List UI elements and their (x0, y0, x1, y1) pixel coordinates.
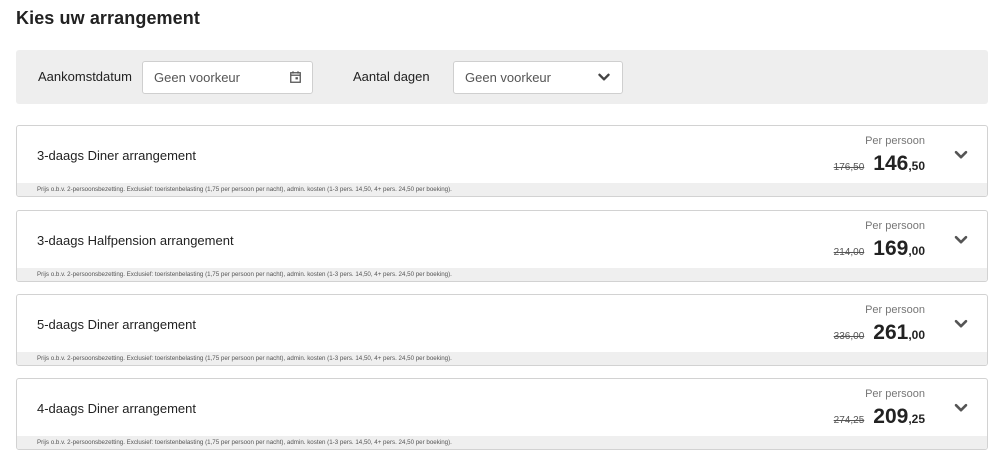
package-price-note: Prijs o.b.v. 2-persoonsbezetting. Exclus… (17, 268, 987, 281)
price: 214,00 169 ,00 (834, 237, 925, 261)
package-title: 3-daags Halfpension arrangement (37, 233, 234, 248)
chevron-down-icon[interactable] (954, 150, 968, 160)
package-price-note: Prijs o.b.v. 2-persoonsbezetting. Exclus… (17, 436, 987, 449)
chevron-down-icon (598, 73, 610, 81)
old-price: 274,25 (833, 415, 865, 426)
old-price: 336,00 (833, 331, 865, 342)
price: 176,50 146 ,50 (834, 152, 925, 176)
package-card[interactable]: 4-daags Diner arrangement Per persoon 27… (16, 378, 988, 450)
package-title: 3-daags Diner arrangement (37, 148, 196, 163)
price-per-person-label: Per persoon (865, 304, 925, 316)
new-price-decimals: ,50 (908, 159, 925, 173)
package-card[interactable]: 5-daags Diner arrangement Per persoon 33… (16, 294, 988, 366)
price-per-person-label: Per persoon (865, 220, 925, 232)
price: 274,25 209 ,25 (834, 405, 925, 429)
new-price-decimals: ,00 (908, 328, 925, 342)
page-title: Kies uw arrangement (16, 8, 200, 28)
number-of-days-value: Geen voorkeur (465, 70, 551, 85)
package-title: 4-daags Diner arrangement (37, 401, 196, 416)
package-price-note: Prijs o.b.v. 2-persoonsbezetting. Exclus… (17, 183, 987, 196)
new-price-integer: 261 (873, 321, 909, 344)
arrival-date-label: Aankomstdatum (38, 69, 132, 84)
chevron-down-icon[interactable] (954, 235, 968, 245)
price: 336,00 261 ,00 (834, 321, 925, 345)
package-card[interactable]: 3-daags Halfpension arrangement Per pers… (16, 210, 988, 282)
old-price: 214,00 (833, 247, 865, 258)
package-price-note: Prijs o.b.v. 2-persoonsbezetting. Exclus… (17, 352, 987, 365)
arrival-date-input[interactable]: Geen voorkeur (142, 61, 313, 94)
package-card[interactable]: 3-daags Diner arrangement Per persoon 17… (16, 125, 988, 197)
new-price-integer: 209 (873, 405, 909, 428)
number-of-days-label: Aantal dagen (353, 69, 430, 84)
old-price: 176,50 (833, 162, 865, 173)
chevron-down-icon[interactable] (954, 319, 968, 329)
arrival-date-value: Geen voorkeur (154, 70, 240, 85)
new-price-integer: 146 (873, 152, 909, 175)
new-price-decimals: ,00 (908, 244, 925, 258)
number-of-days-select[interactable]: Geen voorkeur (453, 61, 623, 94)
calendar-icon (290, 71, 301, 83)
filter-bar: Aankomstdatum Geen voorkeur Aantal dagen… (16, 50, 988, 104)
chevron-down-icon[interactable] (954, 403, 968, 413)
package-title: 5-daags Diner arrangement (37, 317, 196, 332)
new-price-integer: 169 (873, 237, 909, 260)
new-price-decimals: ,25 (908, 412, 925, 426)
price-per-person-label: Per persoon (865, 135, 925, 147)
price-per-person-label: Per persoon (865, 388, 925, 400)
